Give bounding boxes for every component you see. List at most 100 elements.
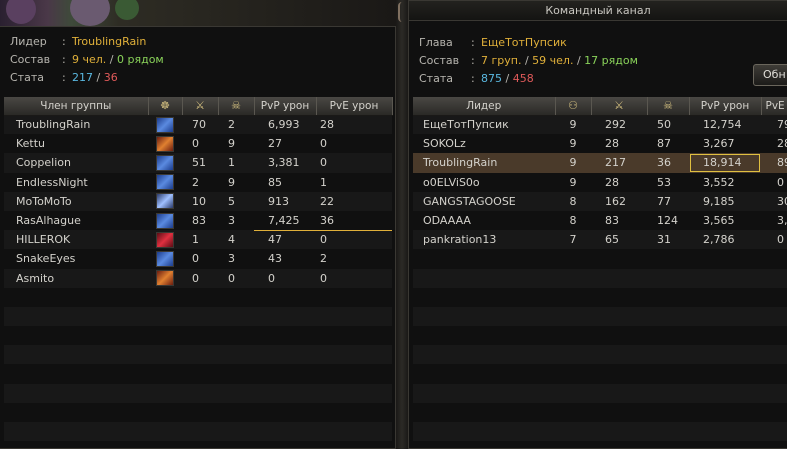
class-cell: [148, 211, 182, 230]
kills-value: 292: [591, 115, 647, 134]
stats-kills: 217: [72, 71, 93, 84]
stats-label: Стата: [10, 71, 44, 84]
deaths-value: 36: [647, 153, 689, 173]
party-members-table: Член группы ☸ ⚔ ☠ PvP урон PvE урон Trou…: [4, 97, 393, 441]
table-row[interactable]: TroublingRain92173618,91489: [413, 153, 787, 173]
table-row[interactable]: o0ELViS0o 9 28 53 3,552 0: [413, 173, 787, 192]
empty-row: [413, 307, 787, 326]
table-row[interactable]: ЕщеТотПупсик92925012,75479: [413, 115, 787, 134]
table-row[interactable]: MoToMoTo 10 5 913 22: [4, 192, 392, 211]
column-header-leader[interactable]: Лидер: [413, 97, 556, 116]
kills-value: 51: [182, 153, 218, 172]
column-header-size[interactable]: ⚇: [555, 97, 592, 116]
class-icon: [156, 231, 174, 248]
class-icon: [156, 270, 174, 287]
table-row[interactable]: Asmito 0 0 0 0: [4, 269, 392, 288]
table-row[interactable]: Coppelion 51 1 3,381 0: [4, 153, 392, 172]
pve-damage-value: 36: [316, 210, 392, 231]
kills-value: 0: [192, 252, 199, 266]
member-name: Kettu: [16, 137, 46, 151]
table-row[interactable]: GANGSTAGOOSE8162779,18530: [413, 192, 787, 211]
member-name: Asmito: [4, 269, 148, 288]
deaths-value: 9: [228, 137, 235, 151]
members-label: Состав: [10, 53, 51, 66]
empty-row: [4, 345, 392, 364]
column-header-member[interactable]: Член группы: [4, 97, 149, 116]
pvp-damage-value: 47: [254, 230, 316, 249]
members-nearby: 0 рядом: [117, 53, 164, 66]
pvp-damage-value: 7,425: [254, 210, 316, 231]
member-name: RasAlhague: [16, 214, 81, 228]
group-size-value: 9: [555, 153, 591, 173]
deaths-value: 87: [657, 137, 671, 151]
deaths-value: 3: [228, 252, 235, 266]
class-cell: [148, 173, 182, 192]
group-size-value: 9: [569, 175, 577, 189]
groups-count: 7 груп.: [481, 54, 522, 67]
empty-row: [413, 345, 787, 364]
column-header-deaths[interactable]: ☠: [218, 97, 255, 116]
pve-damage-value: 0: [761, 230, 787, 249]
column-header-pvp[interactable]: PvP урон: [689, 97, 762, 116]
pvp-damage-value: 12,754: [689, 115, 761, 134]
members-nearby: 17 рядом: [584, 54, 638, 67]
kills-value: 162: [591, 192, 647, 211]
pvp-damage-value: 913: [254, 192, 316, 211]
party-icon: ⚇: [568, 99, 578, 113]
group-size-value: 9: [555, 115, 591, 134]
column-header-class[interactable]: ☸: [148, 97, 183, 116]
column-header-pve[interactable]: PvE урон: [316, 97, 393, 116]
column-header-deaths[interactable]: ☠: [647, 97, 690, 116]
kills-value: 83: [192, 214, 206, 228]
table-row[interactable]: SOKOLz 9 28 87 3,267 28: [413, 134, 787, 153]
skull-icon: ☠: [231, 99, 241, 113]
pvp-damage-value: 3,381: [254, 153, 316, 172]
kills-value: 2: [192, 175, 199, 189]
stats-deaths: 36: [103, 71, 118, 84]
crossed-swords-icon: ⚔: [195, 99, 205, 113]
column-header-pve[interactable]: PvE: [761, 97, 787, 116]
pve-damage-value: 1: [320, 175, 327, 189]
column-header-kills[interactable]: ⚔: [591, 97, 648, 116]
member-name: MoToMoTo: [4, 192, 148, 211]
table-row[interactable]: HILLEROK 1 4 47 0: [4, 230, 392, 249]
table-row[interactable]: SnakeEyes 0 3 43 2: [4, 249, 392, 268]
kills-value: 217: [591, 153, 647, 173]
channel-info: Глава : ЕщеТотПупсик Состав : 7 груп. / …: [419, 34, 638, 88]
pve-damage-value: 0: [316, 230, 392, 249]
stats-label: Стата: [419, 72, 453, 85]
class-icon: [156, 116, 174, 133]
table-row[interactable]: TroublingRain 70 2 6,993 28: [4, 115, 392, 134]
table-row[interactable]: Kettu 0 9 27 0: [4, 134, 392, 153]
channel-groups-table: Лидер ⚇ ⚔ ☠ PvP урон PvE ЕщеТотПупсик 9 29…: [413, 97, 787, 441]
skull-icon: ☠: [663, 99, 673, 113]
leader-name: SOKOLz: [423, 137, 466, 151]
pve-damage-value: 0: [316, 153, 392, 172]
table-row[interactable]: ODAAAA 8 83 124 3,565 3,3: [413, 211, 787, 230]
crossed-swords-icon: ⚔: [614, 99, 624, 113]
pve-damage-value: 28: [777, 137, 787, 151]
class-cell: [148, 153, 182, 172]
deaths-value: 0: [218, 269, 254, 288]
deaths-value: 5: [218, 192, 254, 211]
empty-row: [413, 364, 787, 383]
table-row[interactable]: EndlessNight 2 9 85 1: [4, 173, 392, 192]
leader-name: ODAAAA: [423, 214, 471, 228]
pvp-damage-value: 3,267: [703, 137, 735, 151]
table-row[interactable]: RasAlhague 83 3 7,425 36: [4, 210, 392, 231]
members-count: 59 чел.: [532, 54, 574, 67]
empty-row: [413, 422, 787, 441]
column-header-kills[interactable]: ⚔: [182, 97, 219, 116]
leader-label: Лидер: [10, 35, 47, 48]
class-cell: [148, 269, 182, 288]
deaths-value: 77: [647, 192, 689, 211]
members-label: Состав: [419, 54, 460, 67]
open-button[interactable]: Обн: [753, 64, 787, 86]
group-size-value: 8: [555, 192, 591, 211]
column-header-pvp[interactable]: PvP урон: [254, 97, 317, 116]
background-scene: [0, 0, 396, 26]
table-row[interactable]: pankration13 7 65 31 2,786 0: [413, 230, 787, 249]
panel-divider[interactable]: [396, 0, 408, 449]
class-icon: [156, 135, 174, 152]
class-cell: [148, 230, 182, 249]
